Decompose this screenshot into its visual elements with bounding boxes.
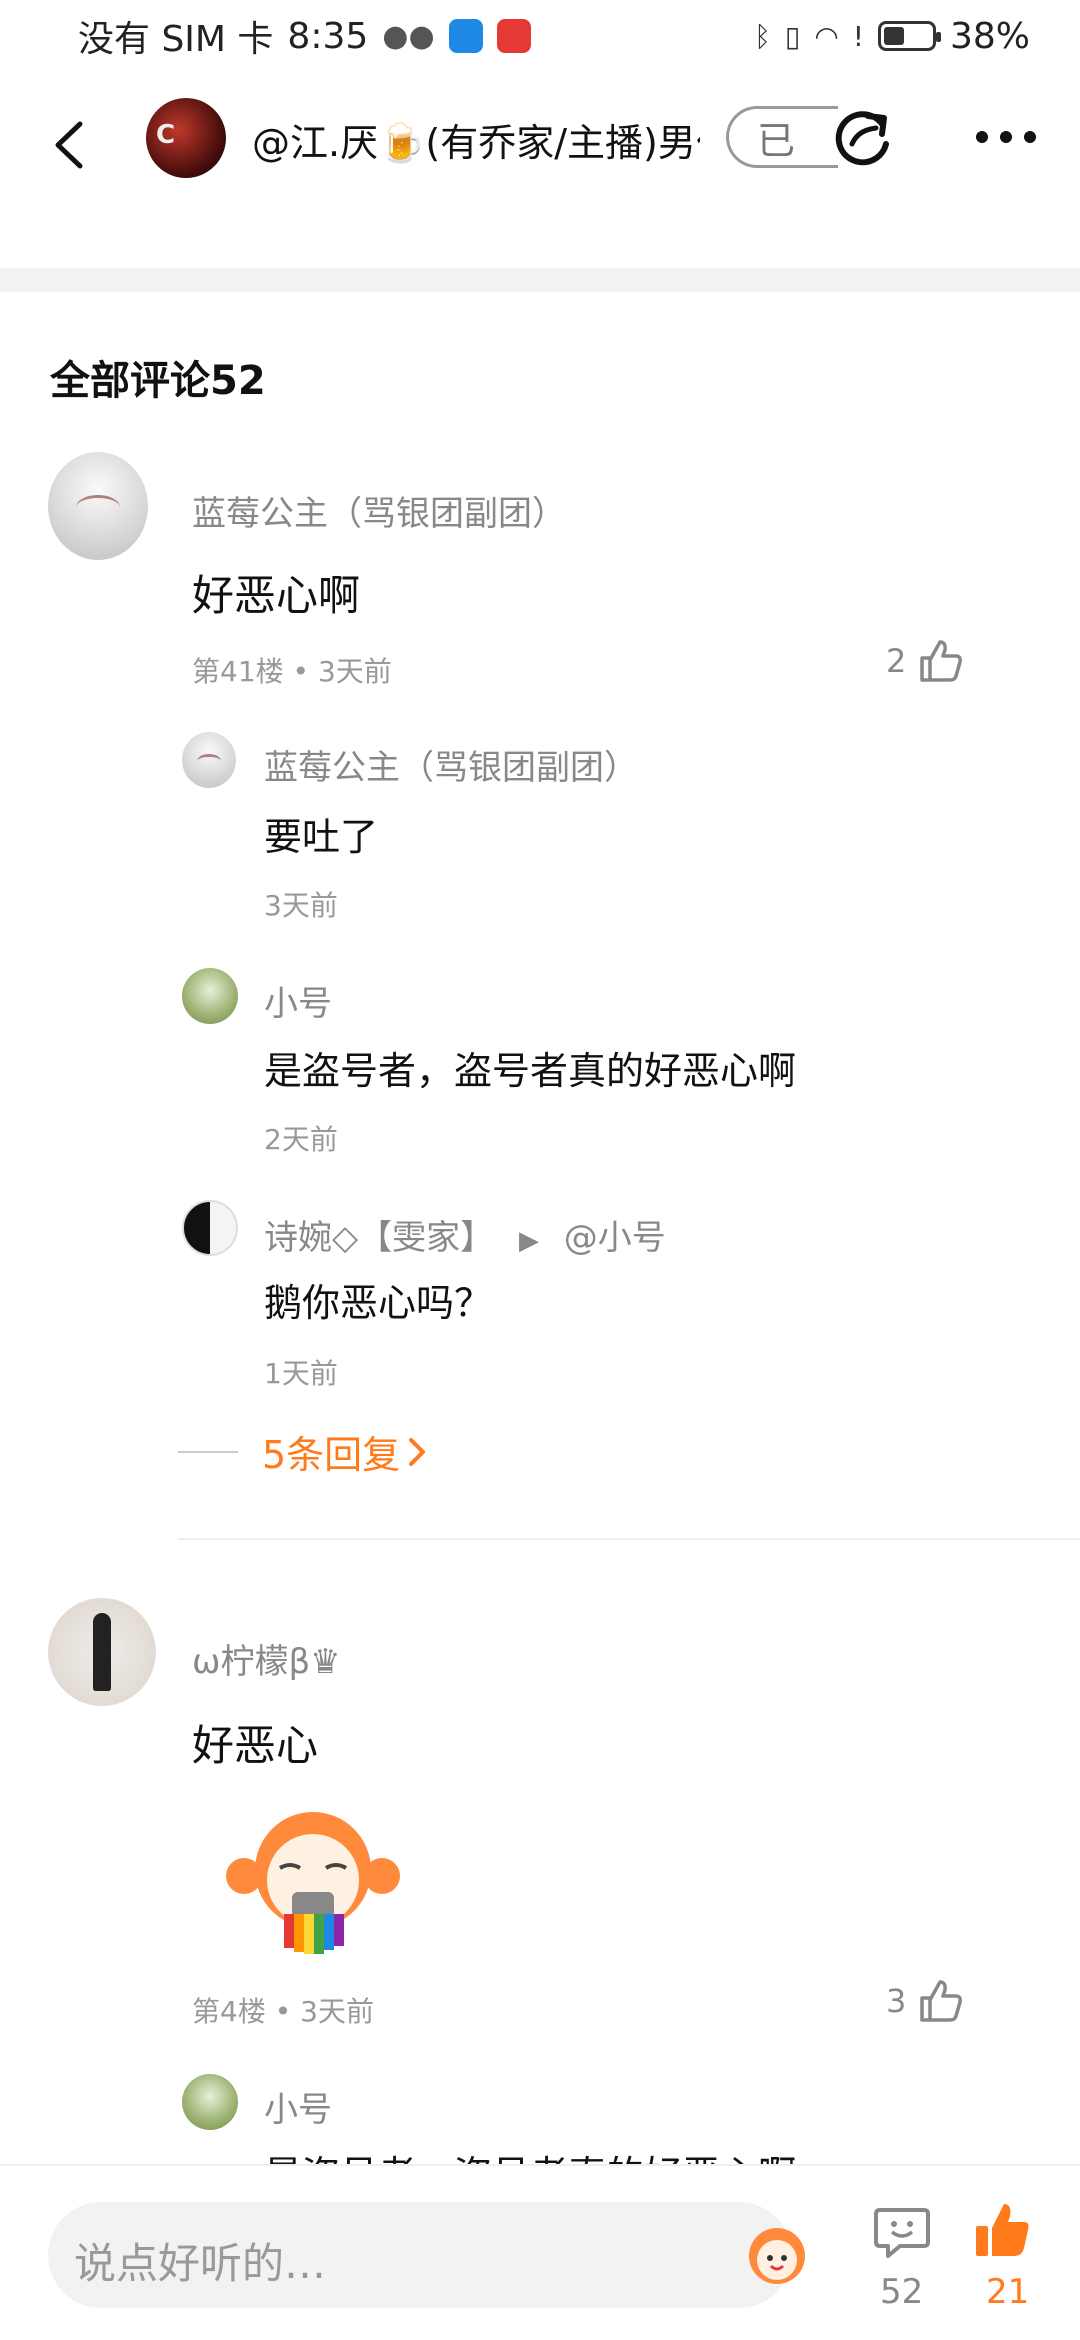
bluetooth-icon: ᛒ	[754, 19, 771, 53]
status-bar: 没有 SIM 卡 8:35 ●● ᛒ ▯ ◠ ! 38%	[0, 0, 1080, 72]
reply-avatar[interactable]	[182, 1200, 238, 1256]
reply-avatar[interactable]	[182, 732, 236, 788]
carrier-label: 没有 SIM 卡	[78, 19, 274, 60]
more-replies-link[interactable]: 5条回复	[178, 1424, 426, 1479]
comment-text[interactable]: 好恶心啊	[192, 562, 360, 623]
commenter-avatar[interactable]	[48, 452, 148, 560]
reply-author[interactable]: 蓝莓公主（骂银团副团）	[264, 740, 638, 789]
bottom-bar: 说点好听的… 52 21	[0, 2164, 1080, 2340]
reply-text[interactable]: 是盗号者，盗号者真的好恶心啊	[264, 2144, 796, 2164]
more-replies-line	[178, 1450, 238, 1453]
battery-icon	[877, 21, 941, 51]
weather-app-icon	[448, 19, 483, 53]
reply-avatar[interactable]	[182, 2074, 238, 2130]
reply-author[interactable]: 小号	[264, 976, 332, 1025]
like-count: 3	[886, 1982, 907, 2020]
like-count-total: 21	[986, 2272, 1030, 2312]
follow-button-label: 已	[757, 118, 796, 163]
reply-time: 1天前	[264, 1357, 338, 1390]
commenter-avatar[interactable]	[48, 1598, 156, 1706]
comment-like-button[interactable]: 2	[886, 638, 964, 684]
more-options-icon[interactable]	[972, 126, 1040, 148]
vibrate-icon: ▯	[784, 19, 801, 53]
reply-author[interactable]: 小号	[264, 2082, 332, 2131]
clock: 8:35	[287, 15, 369, 57]
reply-avatar[interactable]	[182, 968, 238, 1024]
reply-time: 3天前	[264, 889, 338, 922]
like-count: 2	[886, 642, 907, 680]
wifi-icon: ◠	[814, 19, 839, 53]
comment-separator	[178, 1538, 1080, 1540]
author-avatar[interactable]: C	[146, 98, 226, 178]
chevron-right-icon	[409, 1437, 426, 1466]
battery-fill	[883, 27, 904, 45]
wechat-icon: ●●	[382, 18, 435, 54]
author-avatar-text: C	[156, 120, 176, 150]
author-name[interactable]: @江.厌🍺(有乔家/主播)男仆	[252, 112, 700, 167]
follow-button[interactable]: 已	[726, 106, 838, 168]
thumbs-up-icon	[920, 640, 963, 682]
reply-text[interactable]: 是盗号者，盗号者真的好恶心啊	[264, 1040, 796, 1095]
reply-author[interactable]: 诗婉◇【雯家】	[264, 1218, 494, 1258]
thumbs-up-icon	[920, 1980, 963, 2022]
reply-mention[interactable]: @小号	[564, 1218, 666, 1258]
post-header: C @江.厌🍺(有乔家/主播)男仆 已	[0, 90, 1080, 200]
comments-title: 全部评论52	[50, 358, 266, 404]
emoji-sticker-icon[interactable]	[742, 2222, 812, 2288]
commenter-name[interactable]: 蓝莓公主（骂银团副团）	[192, 486, 566, 535]
reply-arrow-icon: ▶	[518, 1226, 539, 1256]
share-icon[interactable]	[830, 104, 896, 170]
reply-text[interactable]: 鹅你恶心吗？	[264, 1272, 492, 1327]
reply-text-clip: 是盗号者，盗号者真的好恶心啊	[0, 2134, 1080, 2164]
commenter-name[interactable]: ω柠檬β♛	[192, 1634, 341, 1683]
comment-bubble-icon[interactable]	[872, 2202, 932, 2262]
comment-like-button[interactable]: 3	[886, 1978, 964, 2024]
section-divider	[0, 268, 1080, 292]
more-replies-label: 5条回复	[262, 1433, 401, 1477]
reply-text[interactable]: 要吐了	[264, 806, 378, 861]
thumbs-up-filled-icon[interactable]	[972, 2200, 1032, 2260]
reply-time: 2天前	[264, 1123, 338, 1156]
comment-input[interactable]: 说点好听的…	[48, 2202, 805, 2308]
comment-count: 52	[880, 2272, 924, 2312]
comment-meta: 第41楼 • 3天前	[192, 655, 392, 688]
back-arrow-icon[interactable]	[52, 120, 86, 170]
mail-app-icon	[496, 19, 531, 53]
vomit-sticker-image[interactable]	[224, 1796, 402, 1956]
alert-icon: !	[852, 19, 864, 53]
reply-author-line: 诗婉◇【雯家】 ▶ @小号	[264, 1210, 666, 1259]
comment-input-placeholder: 说点好听的…	[74, 2239, 327, 2288]
battery-percent: 38%	[949, 15, 1030, 57]
comment-text[interactable]: 好恶心	[192, 1712, 318, 1773]
comment-meta: 第4楼 • 3天前	[192, 1995, 374, 2028]
